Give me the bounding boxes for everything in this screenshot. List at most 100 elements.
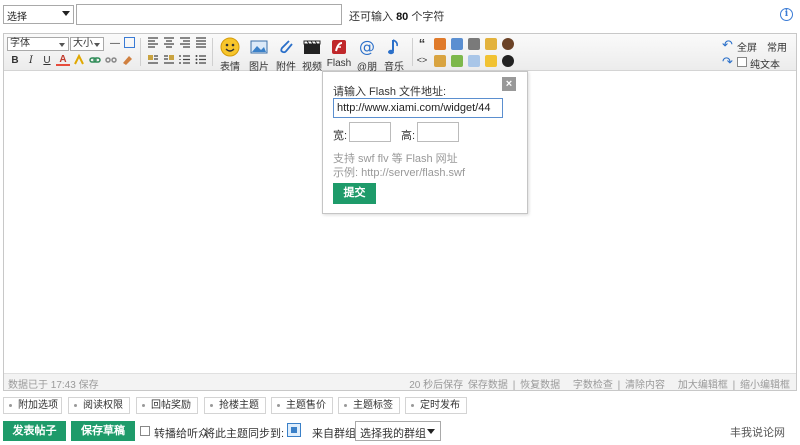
editor-toolbar: 字体 大小 — B I U A 表情 图片 附件 视频 Flash @ @朋 音…	[4, 34, 796, 73]
fullscreen-button[interactable]: 全屏	[737, 39, 757, 54]
music-note-icon	[388, 39, 398, 55]
close-icon[interactable]: ×	[502, 77, 516, 91]
flash-submit-button[interactable]: 提交	[333, 183, 376, 204]
quote-button[interactable]: “	[415, 37, 429, 50]
status-divider: |	[617, 380, 621, 391]
restore-data-link[interactable]: 恢复数据	[520, 380, 560, 391]
ordered-list-icon[interactable]	[178, 54, 192, 67]
plain-text-label: 纯文本	[750, 60, 780, 71]
status-actions: 20 秒后保存 保存数据 | 恢复数据 字数检查 | 清除内容 加大编辑框 | …	[407, 376, 790, 391]
float-right-icon[interactable]	[162, 54, 176, 67]
option-read-permission[interactable]: 阅读权限	[68, 397, 130, 414]
sync-topic-label: 将此主题同步到:	[204, 428, 285, 440]
flash-icon	[332, 40, 346, 54]
lock-icon[interactable]	[434, 55, 446, 67]
video-button[interactable]: 视频	[298, 37, 326, 73]
table-icon[interactable]	[124, 37, 135, 48]
option-floor-rush[interactable]: 抢楼主题	[204, 397, 266, 414]
attachment-label: 附件	[276, 62, 296, 73]
attachment-button[interactable]: 附件	[272, 37, 300, 73]
height-input[interactable]	[417, 122, 459, 142]
game-icon[interactable]	[502, 38, 514, 50]
eraser-icon[interactable]	[120, 54, 134, 67]
option-extra[interactable]: 附加选项	[3, 397, 62, 414]
image-button[interactable]: 图片	[245, 37, 273, 73]
highlight-icon[interactable]	[72, 53, 86, 67]
publish-post-button[interactable]: 发表帖子	[3, 421, 66, 441]
status-divider: |	[732, 380, 736, 391]
option-topic-price[interactable]: 主题售价	[271, 397, 333, 414]
underline-button[interactable]: U	[40, 54, 54, 67]
common-tools-button[interactable]: 常用	[767, 39, 787, 54]
align-left-icon[interactable]	[146, 37, 160, 50]
enlarge-editor-link[interactable]: 加大编辑框	[678, 380, 728, 391]
align-right-icon[interactable]	[178, 37, 192, 50]
font-color-button[interactable]: A	[56, 54, 70, 66]
title-input[interactable]	[76, 4, 342, 25]
width-label: 宽:	[333, 130, 348, 142]
bold-button[interactable]: B	[8, 54, 22, 67]
link-icon[interactable]	[88, 54, 102, 67]
free-content-icon[interactable]	[434, 38, 446, 50]
char-remaining-count: 80	[396, 11, 409, 23]
flash-button[interactable]: Flash	[325, 37, 353, 69]
group-select-value: 选择我的群组	[360, 428, 426, 440]
unlink-icon[interactable]	[104, 54, 118, 67]
horizontal-rule-icon[interactable]: —	[108, 37, 122, 50]
music-button[interactable]: 音乐	[380, 37, 408, 73]
option-topic-tags[interactable]: 主题标签	[338, 397, 400, 414]
word-check-link[interactable]: 字数检查	[573, 380, 613, 391]
site-watermark: 丰我说论网	[730, 427, 785, 439]
height-label: 高:	[401, 130, 416, 142]
align-center-icon[interactable]	[162, 37, 176, 50]
code-button[interactable]: <>	[415, 54, 429, 67]
toolbar-divider	[212, 38, 213, 66]
flash-url-input[interactable]: http://www.xiami.com/widget/44	[333, 98, 503, 118]
qq-sync-icon[interactable]	[287, 423, 301, 437]
autosave-countdown: 20 秒后保存	[409, 380, 464, 391]
font-size-select[interactable]: 大小	[70, 37, 104, 51]
undo-icon[interactable]: ↶	[722, 38, 736, 51]
flash-example-hint: 示例: http://server/flash.swf	[333, 167, 466, 179]
redo-icon[interactable]: ↷	[722, 55, 736, 68]
clear-content-link[interactable]: 清除内容	[625, 380, 665, 391]
option-reply-reward[interactable]: 回帖奖励	[136, 397, 198, 414]
plain-text-checkbox[interactable]	[737, 57, 747, 67]
hide-content-icon[interactable]	[451, 38, 463, 50]
group-select[interactable]: 选择我的群组	[355, 421, 441, 441]
beta-icon[interactable]	[485, 55, 497, 67]
font-family-select[interactable]: 字体	[7, 37, 69, 51]
width-input[interactable]	[349, 122, 391, 142]
save-draft-button[interactable]: 保存草稿	[71, 421, 135, 441]
qq-penguin-icon[interactable]	[502, 55, 514, 67]
image-label: 图片	[249, 62, 269, 73]
option-scheduled-publish[interactable]: 定时发布	[405, 397, 467, 414]
unordered-list-icon[interactable]	[194, 54, 208, 67]
index-icon[interactable]	[468, 38, 480, 50]
mention-button[interactable]: @ @朋	[353, 37, 381, 73]
category-select-value: 选择	[7, 12, 27, 23]
italic-button[interactable]: I	[24, 54, 38, 67]
editor-mode-tools: ↶ 全屏 常用 ↷ 纯文本	[722, 37, 792, 71]
float-left-icon[interactable]	[146, 54, 160, 67]
chevron-down-icon	[427, 429, 435, 434]
status-divider: |	[512, 380, 516, 391]
forward-to-listeners-label: 转播给听众	[154, 428, 209, 440]
last-saved-text: 数据已于 17:43 保存	[8, 380, 99, 391]
editor-status-bar: 数据已于 17:43 保存 20 秒后保存 保存数据 | 恢复数据 字数检查 |…	[4, 373, 796, 391]
tab-content-icon[interactable]	[468, 55, 480, 67]
emoji-button[interactable]: 表情	[216, 37, 244, 73]
chevron-down-icon	[62, 11, 70, 16]
toolbar-divider	[412, 38, 413, 66]
group-label: 来自群组:	[312, 428, 360, 440]
toolbar-divider	[140, 38, 141, 66]
category-select[interactable]: 选择	[3, 5, 74, 24]
forward-to-listeners-checkbox[interactable]	[140, 426, 150, 436]
align-justify-icon[interactable]	[194, 37, 208, 50]
info-icon[interactable]: i	[780, 8, 793, 21]
shrink-editor-link[interactable]: 缩小编辑框	[740, 380, 790, 391]
char-remaining-counter: 还可输入 80 个字符	[349, 8, 444, 24]
password-key-icon[interactable]	[485, 38, 497, 50]
save-data-link[interactable]: 保存数据	[468, 380, 508, 391]
page-break-icon[interactable]	[451, 55, 463, 67]
